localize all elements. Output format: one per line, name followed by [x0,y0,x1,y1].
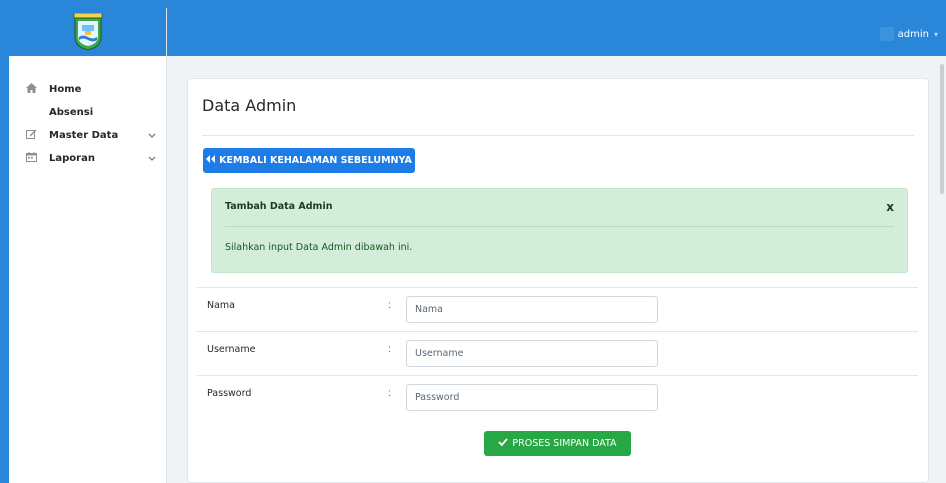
alert-close-button[interactable]: x [886,200,894,214]
alert-message: Silahkan input Data Admin dibawah ini. [225,242,413,253]
field-separator: : [388,344,391,355]
window-top-border [0,0,946,8]
user-menu[interactable]: admin ▾ [879,24,938,44]
chevron-down-icon [148,154,156,164]
page-title: Data Admin [202,96,297,115]
window-left-border [0,0,9,483]
sidebar-item-absensi[interactable]: Absensi [9,101,166,124]
field-label: Password [207,388,252,399]
sidebar-item-master-data[interactable]: Master Data [9,124,166,147]
sidebar-item-label: Home [49,84,82,95]
regional-emblem-logo[interactable] [73,12,103,51]
home-icon [26,83,41,96]
top-header: admin ▾ [167,8,946,56]
form-row-nama: Nama : [197,287,918,331]
password-input[interactable] [406,384,658,411]
edit-icon [26,129,41,142]
brand-area[interactable] [9,8,166,56]
content-card: Data Admin KEMBALI KEHALAMAN SEBELUMNYA … [187,78,929,483]
divider [202,135,914,136]
double-chevron-left-icon [206,155,216,166]
field-separator: : [388,300,391,311]
checkmark-icon [498,438,509,449]
caret-down-icon: ▾ [933,29,938,39]
sidebar-item-label: Laporan [49,153,95,164]
main-content: Data Admin KEMBALI KEHALAMAN SEBELUMNYA … [167,56,946,483]
back-button-label: KEMBALI KEHALAMAN SEBELUMNYA [219,155,412,166]
avatar [879,27,894,41]
nama-input[interactable] [406,296,658,323]
field-label: Username [207,344,256,355]
sidebar-item-label: Master Data [49,130,119,141]
divider [225,226,894,227]
save-button-label: PROSES SIMPAN DATA [512,438,617,449]
form-row-password: Password : [197,375,918,419]
success-alert: Tambah Data Admin x Silahkan input Data … [211,188,908,273]
alert-title: Tambah Data Admin [225,201,333,212]
scrollbar[interactable] [940,64,944,194]
username-input[interactable] [406,340,658,367]
chevron-down-icon [148,131,156,141]
sidebar-nav: Home Absensi Master Data Laporan [9,56,166,170]
field-separator: : [388,388,391,399]
calendar-icon [26,152,41,165]
back-button[interactable]: KEMBALI KEHALAMAN SEBELUMNYA [203,148,415,173]
user-name: admin [897,28,929,40]
form-row-username: Username : [197,331,918,375]
sidebar-item-laporan[interactable]: Laporan [9,147,166,170]
save-button[interactable]: PROSES SIMPAN DATA [484,431,631,456]
field-label: Nama [207,300,236,311]
sidebar-item-label: Absensi [49,107,94,118]
sidebar-item-home[interactable]: Home [9,78,166,101]
sidebar: Home Absensi Master Data Laporan [9,8,167,483]
